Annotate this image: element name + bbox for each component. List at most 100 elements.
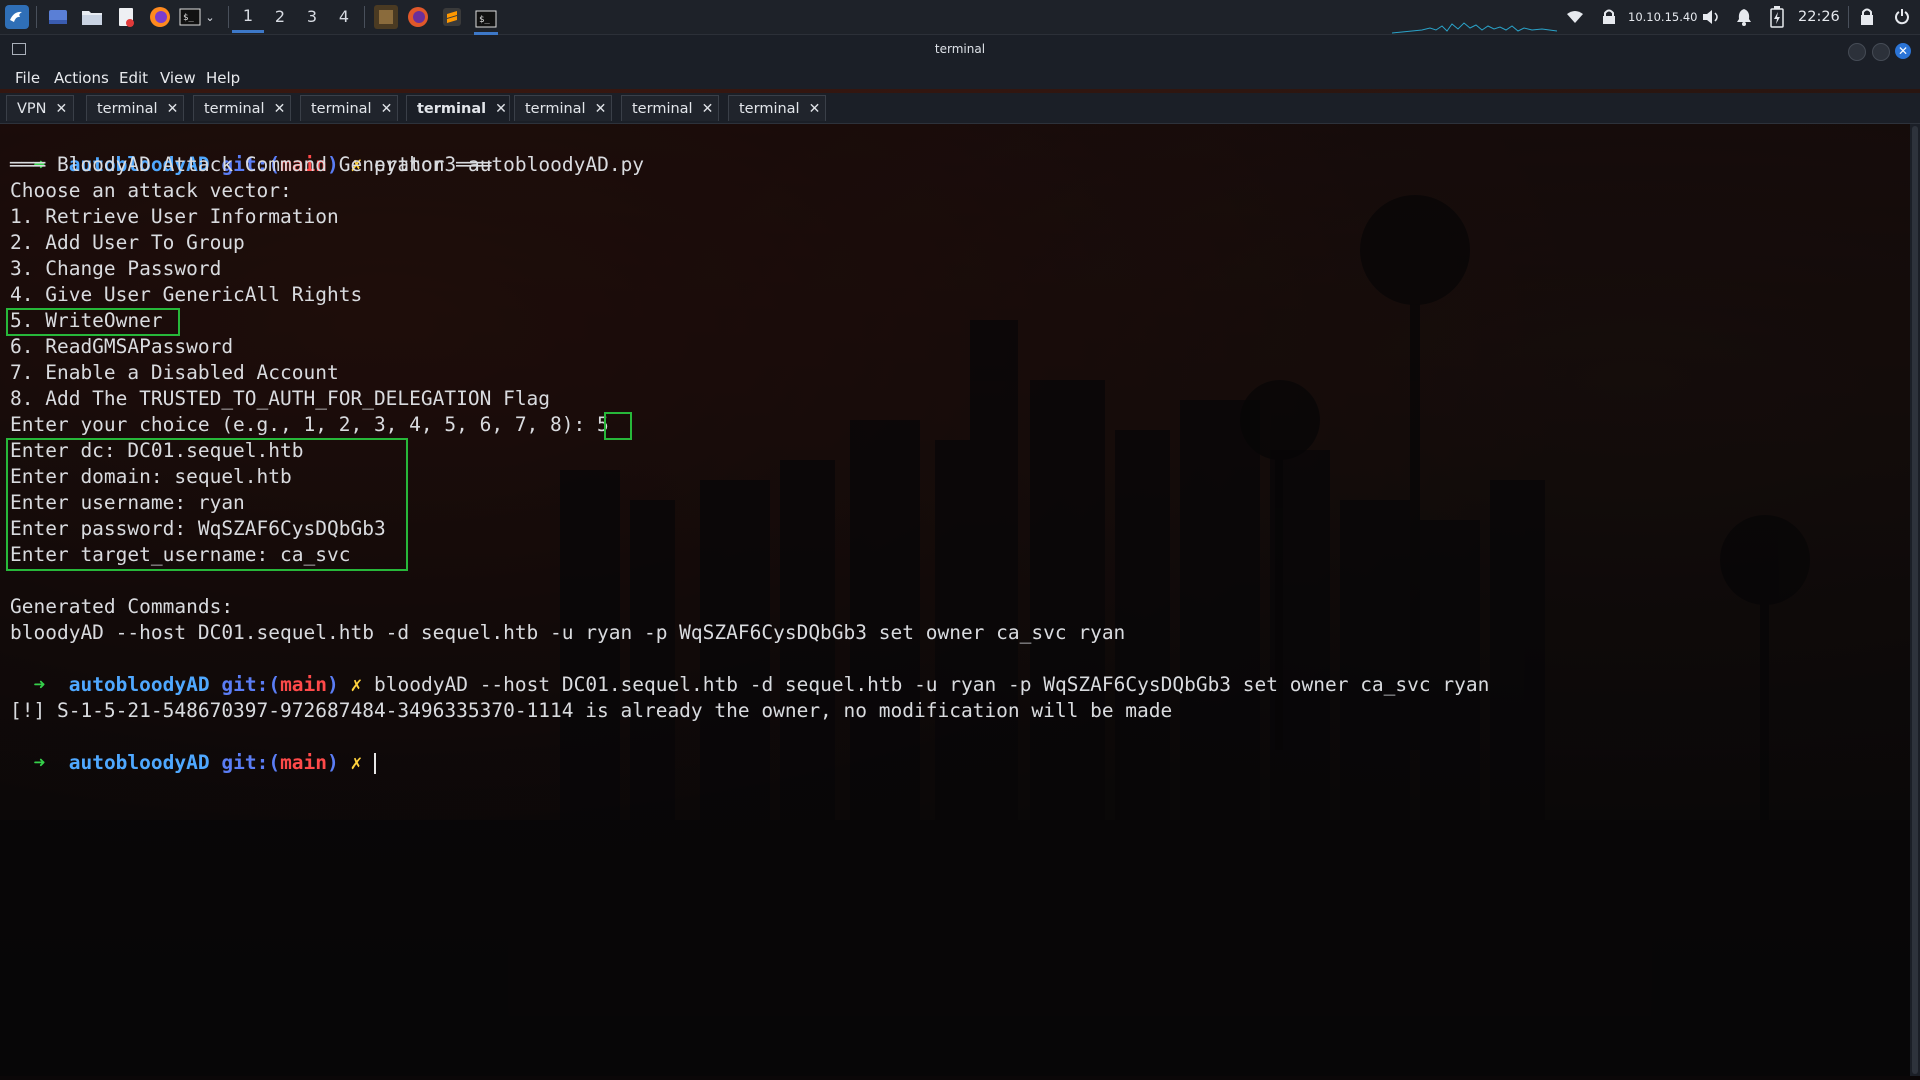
tab-label: terminal xyxy=(204,100,265,117)
taskbar-separator xyxy=(364,6,365,28)
prompt-dirty-mark: ✗ xyxy=(350,751,363,774)
prompt-line-current[interactable]: ➜ autobloodyAD git:(main) ✗ xyxy=(10,724,377,774)
workspace-3[interactable]: 3 xyxy=(296,0,328,33)
terminal-icon[interactable]: $_ xyxy=(178,5,202,29)
tab-label: terminal xyxy=(311,100,372,117)
tab-terminal[interactable]: terminal ✕ xyxy=(728,95,826,121)
terminal-window-icon[interactable]: $_ xyxy=(474,5,498,35)
generated-label: Generated Commands: xyxy=(10,595,234,618)
workspace-4[interactable]: 4 xyxy=(328,0,360,33)
option-line: 7. Enable a Disabled Account xyxy=(10,361,339,384)
menu-actions[interactable]: Actions xyxy=(54,69,109,87)
prompt-git-label: git:( xyxy=(221,673,281,696)
battery-charging-icon[interactable] xyxy=(1770,0,1784,34)
prompt-line: ➜ autobloodyAD git:(main) ✗ bloodyAD --h… xyxy=(10,646,1489,696)
tab-label: VPN xyxy=(17,100,47,117)
tab-vpn[interactable]: VPN ✕ xyxy=(6,95,74,121)
output-choose: Choose an attack vector: xyxy=(10,179,292,202)
choice-prompt-line: Enter your choice (e.g., 1, 2, 3, 4, 5, … xyxy=(10,412,609,438)
prompt-directory: autobloodyAD xyxy=(68,673,210,696)
result-message: [!] S-1-5-21-548670397-972687484-3496335… xyxy=(10,699,1173,722)
maximize-button[interactable] xyxy=(1872,43,1890,61)
power-icon[interactable] xyxy=(1894,0,1910,34)
window-thumbnail-icon[interactable] xyxy=(374,5,398,29)
tab-bar: VPN ✕ terminal ✕ terminal ✕ terminal ✕ termi… xyxy=(0,93,1920,124)
network-activity-graph xyxy=(1392,22,1557,34)
menu-view[interactable]: View xyxy=(160,69,196,87)
window-titlebar[interactable]: terminal ✕ xyxy=(0,35,1920,66)
top-taskbar: $_ ⌄ 1 2 3 4 $_ 10.10.15.40 22:26 xyxy=(0,0,1920,35)
show-desktop-icon[interactable] xyxy=(46,5,70,29)
prompt-directory: autobloodyAD xyxy=(68,751,210,774)
menu-bar: File Actions Edit View Help xyxy=(0,66,1920,89)
tab-terminal[interactable]: terminal ✕ xyxy=(86,95,184,121)
command-text: bloodyAD --host DC01.sequel.htb -d seque… xyxy=(374,673,1490,696)
option-line: 6. ReadGMSAPassword xyxy=(10,335,234,358)
chevron-down-icon[interactable]: ⌄ xyxy=(202,5,218,29)
lock-screen-icon[interactable] xyxy=(1860,0,1874,34)
option-line: 4. Give User GenericAll Rights xyxy=(10,283,363,306)
tab-terminal[interactable]: terminal ✕ xyxy=(621,95,719,121)
terminal-scrollbar[interactable] xyxy=(1910,124,1920,1076)
close-tab-icon[interactable]: ✕ xyxy=(495,101,507,117)
close-tab-icon[interactable]: ✕ xyxy=(167,101,179,117)
option-line: 2. Add User To Group xyxy=(10,231,245,254)
firefox-icon[interactable] xyxy=(148,5,172,29)
kali-menu-icon[interactable] xyxy=(5,5,29,29)
prompt-dirty-mark: ✗ xyxy=(350,673,363,696)
sublime-text-icon[interactable] xyxy=(440,5,464,29)
close-tab-icon[interactable]: ✕ xyxy=(274,101,286,117)
terminal-output[interactable] xyxy=(0,124,1910,1076)
menu-file[interactable]: File xyxy=(15,69,40,87)
minimize-button[interactable] xyxy=(1848,43,1866,61)
choice-prompt: Enter your choice (e.g., 1, 2, 3, 4, 5, … xyxy=(10,413,597,436)
close-tab-icon[interactable]: ✕ xyxy=(702,101,714,117)
menu-help[interactable]: Help xyxy=(206,69,240,87)
vpn-icon[interactable] xyxy=(1600,0,1618,34)
workspace-1[interactable]: 1 xyxy=(232,0,264,33)
workspace-2[interactable]: 2 xyxy=(264,0,296,33)
tab-label: terminal xyxy=(632,100,693,117)
tab-terminal[interactable]: terminal ✕ xyxy=(514,95,612,121)
tab-label: terminal xyxy=(417,100,487,117)
option-line: 8. Add The TRUSTED_TO_AUTH_FOR_DELEGATIO… xyxy=(10,387,551,410)
wifi-icon[interactable] xyxy=(1566,0,1584,34)
svg-text:$_: $_ xyxy=(479,15,490,25)
tab-label: terminal xyxy=(97,100,158,117)
generated-command: bloodyAD --host DC01.sequel.htb -d seque… xyxy=(10,621,1126,644)
close-tab-icon[interactable]: ✕ xyxy=(595,101,607,117)
tab-terminal[interactable]: terminal ✕ xyxy=(193,95,291,121)
firefox-window-icon[interactable] xyxy=(406,5,430,29)
text-cursor xyxy=(374,753,377,774)
tab-terminal-active[interactable]: terminal ✕ xyxy=(406,95,510,121)
volume-icon[interactable] xyxy=(1702,0,1722,34)
ip-address: 10.10.15.40 xyxy=(1628,10,1698,24)
tab-terminal[interactable]: terminal ✕ xyxy=(300,95,398,121)
notification-bell-icon[interactable] xyxy=(1736,0,1752,34)
prompt-line: ➜ autobloodyAD git:(main) ✗ python3 auto… xyxy=(10,126,644,176)
scrollbar-thumb[interactable] xyxy=(1912,126,1918,1074)
highlight-box-inputs xyxy=(6,438,408,571)
text-editor-icon[interactable] xyxy=(114,5,138,29)
menu-edit[interactable]: Edit xyxy=(119,69,148,87)
prompt-git-close: ) xyxy=(327,673,339,696)
highlight-box-writeowner xyxy=(6,308,180,336)
prompt-branch: main xyxy=(280,673,328,696)
taskbar-separator xyxy=(1848,6,1849,28)
highlight-box-choice xyxy=(604,412,632,440)
prompt-arrow: ➜ xyxy=(33,673,46,696)
taskbar-separator xyxy=(36,6,37,28)
prompt-arrow: ➜ xyxy=(33,751,46,774)
tab-label: terminal xyxy=(525,100,586,117)
clock: 22:26 xyxy=(1798,9,1840,25)
prompt-git-close: ) xyxy=(327,751,339,774)
close-tab-icon[interactable]: ✕ xyxy=(809,101,821,117)
tab-label: terminal xyxy=(739,100,800,117)
prompt-git-label: git:( xyxy=(221,751,281,774)
file-manager-icon[interactable] xyxy=(80,5,104,29)
close-window-button[interactable]: ✕ xyxy=(1895,43,1911,59)
close-tab-icon[interactable]: ✕ xyxy=(56,101,68,117)
prompt-branch: main xyxy=(280,751,328,774)
taskbar-separator xyxy=(228,6,229,28)
close-tab-icon[interactable]: ✕ xyxy=(381,101,393,117)
